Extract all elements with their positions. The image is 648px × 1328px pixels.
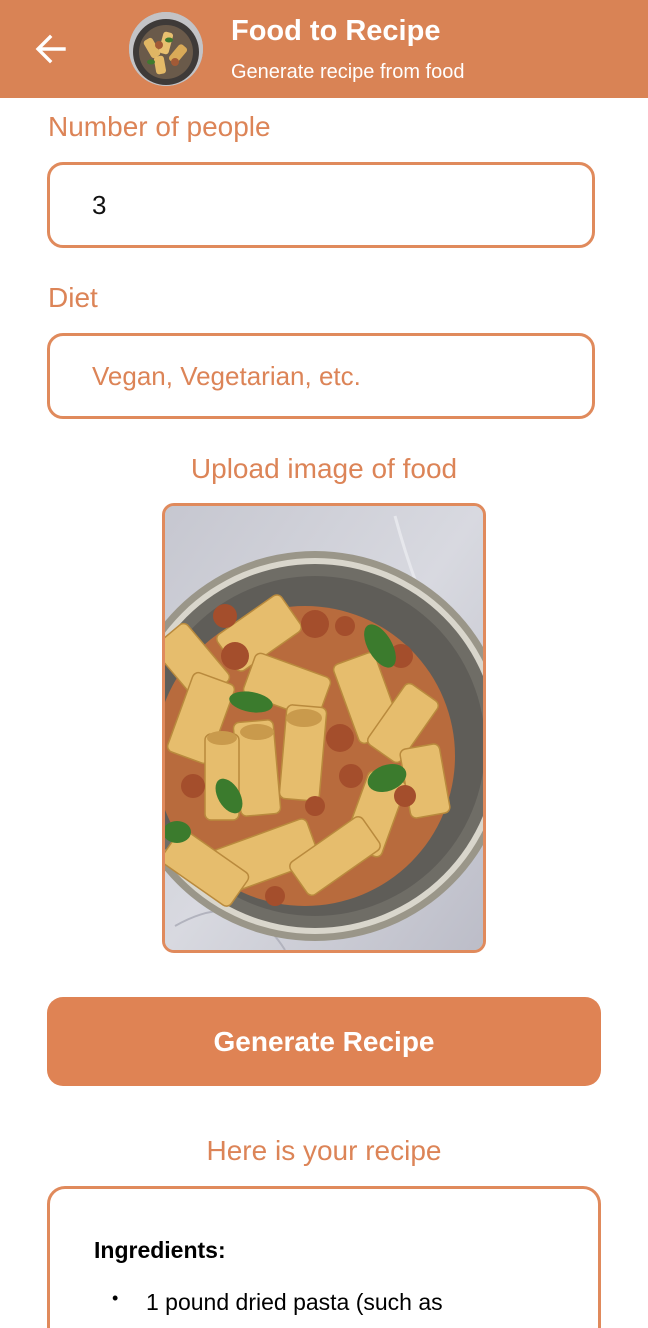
people-label: Number of people [48, 111, 271, 142]
result-label: Here is your recipe [206, 1135, 442, 1166]
pasta-avatar-image [129, 12, 203, 86]
diet-input[interactable] [92, 336, 572, 416]
app-screen: Food to Recipe Generate recipe from food… [0, 0, 648, 1328]
ingredients-heading: Ingredients: [94, 1237, 226, 1263]
recipe-card: Ingredients: • 1 pound dried pasta (such… [47, 1186, 601, 1328]
bullet-icon: • [112, 1288, 119, 1308]
app-avatar [129, 12, 203, 86]
people-field[interactable] [47, 162, 595, 248]
pasta-dish-image [165, 506, 483, 950]
diet-label: Diet [48, 282, 98, 313]
ingredient-item: 1 pound dried pasta (such as [146, 1289, 443, 1315]
app-title: Food to Recipe [231, 15, 441, 47]
food-image-upload[interactable] [162, 503, 486, 953]
diet-field[interactable] [47, 333, 595, 419]
generate-recipe-button[interactable]: Generate Recipe [47, 997, 601, 1086]
app-bar: Food to Recipe Generate recipe from food [0, 0, 648, 98]
upload-label: Upload image of food [190, 453, 458, 484]
people-input[interactable] [92, 165, 572, 245]
back-button[interactable] [22, 24, 78, 74]
app-subtitle: Generate recipe from food [231, 61, 465, 83]
arrow-left-icon [35, 34, 66, 64]
